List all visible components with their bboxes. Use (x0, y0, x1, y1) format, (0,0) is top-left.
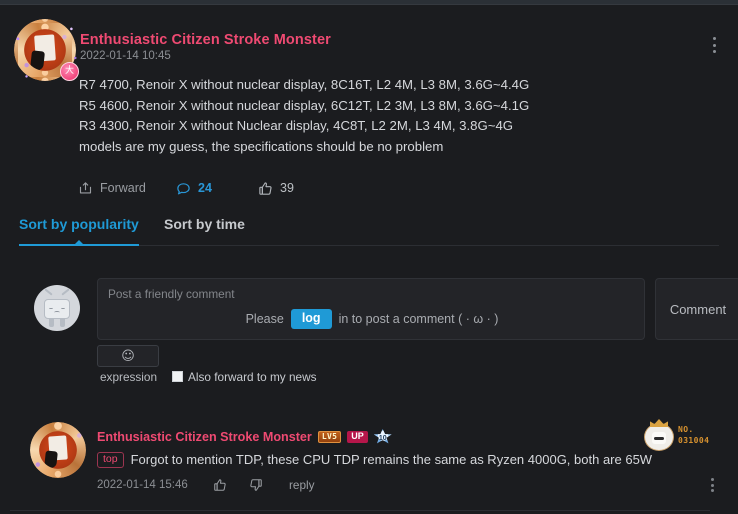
bottom-divider (10, 510, 710, 511)
tv-leg-right-icon (60, 319, 65, 327)
post-body: R7 4700, Renoir X without nuclear displa… (79, 75, 679, 157)
post-line: R7 4700, Renoir X without nuclear displa… (79, 77, 530, 92)
forward-to-news-label[interactable]: Also forward to my news (188, 370, 317, 384)
like-button[interactable]: 39 (258, 181, 338, 196)
comment-menu-button[interactable] (704, 476, 720, 494)
comment-input-placeholder: Post a friendly comment (108, 287, 235, 301)
comment-page: 大 Enthusiastic Citizen Stroke Monster 20… (0, 0, 738, 514)
tab-sort-by-time[interactable]: Sort by time (164, 216, 245, 232)
comment-item: Enthusiastic Citizen Stroke Monster LV5 … (0, 418, 738, 514)
comment-author-name[interactable]: Enthusiastic Citizen Stroke Monster (97, 430, 312, 444)
kebab-dot (710, 478, 714, 481)
forward-button[interactable]: Forward (78, 181, 176, 196)
post-menu-button[interactable] (705, 35, 723, 55)
comment-reply-button[interactable]: reply (289, 478, 315, 492)
expression-picker-button[interactable]: ☺ (97, 345, 159, 367)
comment-count-button[interactable]: 24 (176, 181, 258, 196)
up-badge: UP (347, 430, 368, 443)
level-badge: LV5 (317, 430, 342, 443)
login-prompt: Please log in to post a comment ( · ω · … (98, 309, 646, 329)
comment-text-row: top Forgot to mention TDP, these CPU TDP… (97, 452, 652, 468)
avatar-frame-badge: NO. 031004 (644, 419, 718, 454)
kebab-dot (710, 483, 714, 487)
post-author-avatar[interactable]: 大 (12, 17, 79, 83)
comment-dislike-button[interactable] (249, 478, 285, 492)
avatar-pendant-icon: 大 (60, 62, 79, 81)
kebab-dot (712, 43, 716, 47)
submit-comment-button[interactable]: Comment (655, 278, 738, 340)
post-author-name[interactable]: Enthusiastic Citizen Stroke Monster (80, 32, 331, 48)
comment-like-button[interactable] (213, 478, 249, 492)
avatar-frame-icon (30, 422, 86, 478)
tv-eye-left-icon (49, 306, 53, 309)
expression-label: expression (100, 370, 158, 384)
tv-body-icon (44, 299, 70, 319)
forward-to-news-checkbox[interactable] (172, 371, 183, 382)
login-prompt-suffix: in to post a comment ( · ω · ) (338, 311, 499, 326)
current-user-avatar[interactable] (34, 285, 80, 331)
chrome-divider (0, 4, 738, 5)
login-prompt-prefix: Please (245, 311, 284, 326)
tv-eye-right-icon (61, 306, 65, 309)
blue-star-level-icon: 10 (373, 429, 392, 444)
comment-count: 24 (198, 181, 212, 195)
forward-label: Forward (100, 181, 146, 195)
kebab-dot (712, 37, 716, 40)
kebab-dot (712, 50, 716, 53)
comment-timestamp: 2022-01-14 15:46 (97, 479, 188, 491)
comment-bubble-icon (176, 181, 191, 196)
frame-badge-digits: 031004 (678, 436, 710, 445)
post-line: R5 4600, Renoir X without nuclear displa… (79, 97, 530, 113)
post-timestamp: 2022-01-14 10:45 (80, 50, 171, 62)
comment-footer: 2022-01-14 15:46 reply (97, 478, 315, 492)
thumbs-up-icon (258, 181, 273, 196)
comment-author-row: Enthusiastic Citizen Stroke Monster LV5 … (97, 429, 392, 444)
tv-antenna-left-icon (44, 288, 53, 296)
tab-active-indicator (19, 244, 139, 246)
like-count: 39 (280, 181, 294, 195)
chibi-crown-avatar-frame-icon (644, 423, 674, 451)
post-action-bar: Forward 24 39 (78, 175, 338, 201)
sort-tabs: Sort by popularity Sort by time (0, 216, 738, 252)
kebab-dot (710, 489, 714, 492)
comment-input[interactable]: Post a friendly comment Please log in to… (97, 278, 645, 340)
tab-active-caret-icon (75, 240, 83, 244)
tv-leg-left-icon (49, 319, 54, 327)
comment-text: Forgot to mention TDP, these CPU TDP rem… (130, 452, 653, 468)
comment-author-avatar[interactable] (30, 422, 86, 478)
login-button[interactable]: log (290, 309, 332, 329)
tv-antenna-right-icon (61, 288, 70, 296)
tab-sort-by-popularity[interactable]: Sort by popularity (19, 216, 139, 232)
post-line: R3 4300, Renoir X without Nuclear displa… (79, 118, 514, 133)
frame-badge-number: NO. 031004 (678, 424, 709, 446)
crown-icon (650, 419, 668, 427)
tv-mouth-icon (54, 311, 60, 314)
post-line: models are my guess, the specifications … (79, 138, 444, 154)
top-tag-badge: top (97, 452, 124, 468)
smiley-face-icon: ☺ (121, 348, 135, 364)
share-icon (78, 181, 93, 196)
frame-badge-prefix: NO. (678, 425, 694, 434)
